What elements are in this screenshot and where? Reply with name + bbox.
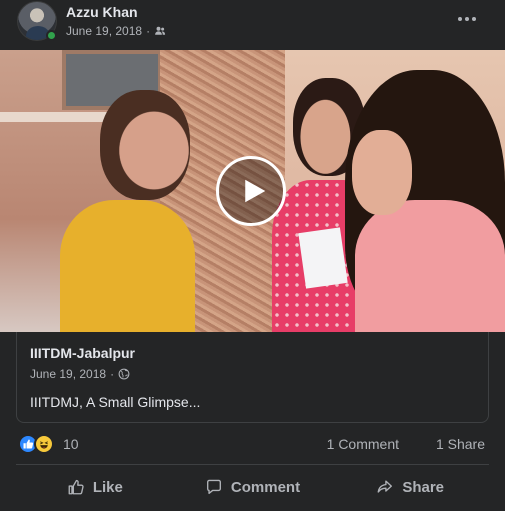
share-button[interactable]: Share (331, 469, 489, 505)
online-status-icon (46, 30, 57, 41)
play-icon (244, 179, 265, 203)
post-header: Azzu Khan June 19, 2018 · (0, 0, 505, 50)
meta-separator: · (146, 24, 151, 38)
globe-icon (118, 368, 130, 380)
shares-count[interactable]: 1 Share (436, 436, 485, 452)
like-label: Like (92, 478, 123, 496)
comment-button[interactable]: Comment (174, 469, 332, 505)
post-date[interactable]: June 19, 2018 (66, 24, 142, 38)
divider (16, 464, 489, 465)
post-card: Azzu Khan June 19, 2018 · IIITDM-Jabalpu… (0, 0, 505, 511)
comment-icon (206, 479, 221, 494)
haha-reaction-icon (34, 434, 54, 454)
post-meta: June 19, 2018 · (66, 24, 166, 38)
thumbs-up-icon (68, 479, 84, 495)
preview-text: IIITDMJ, A Small Glimpse... (30, 394, 201, 410)
author-name[interactable]: Azzu Khan (66, 4, 138, 20)
comment-label: Comment (230, 478, 301, 496)
reaction-count[interactable]: 10 (63, 436, 79, 452)
preview-meta: June 19, 2018 · (30, 367, 130, 381)
more-options-icon (458, 17, 462, 21)
share-icon (377, 480, 393, 493)
more-options-button[interactable] (452, 8, 482, 30)
reactions-bar: 10 1 Comment 1 Share (16, 432, 489, 458)
share-label: Share (402, 478, 445, 496)
comments-count[interactable]: 1 Comment (327, 436, 399, 452)
play-button[interactable] (216, 156, 286, 226)
like-button[interactable]: Like (16, 469, 174, 505)
link-preview[interactable]: IIITDM-Jabalpur June 19, 2018 · IIITDMJ,… (16, 332, 489, 423)
preview-separator: · (110, 367, 115, 381)
video-player[interactable] (0, 50, 505, 332)
preview-date[interactable]: June 19, 2018 (30, 367, 106, 381)
post-actions: Like Comment Share (16, 469, 489, 505)
reaction-icons[interactable] (18, 434, 60, 454)
friends-icon (155, 26, 166, 35)
preview-title[interactable]: IIITDM-Jabalpur (30, 345, 135, 361)
